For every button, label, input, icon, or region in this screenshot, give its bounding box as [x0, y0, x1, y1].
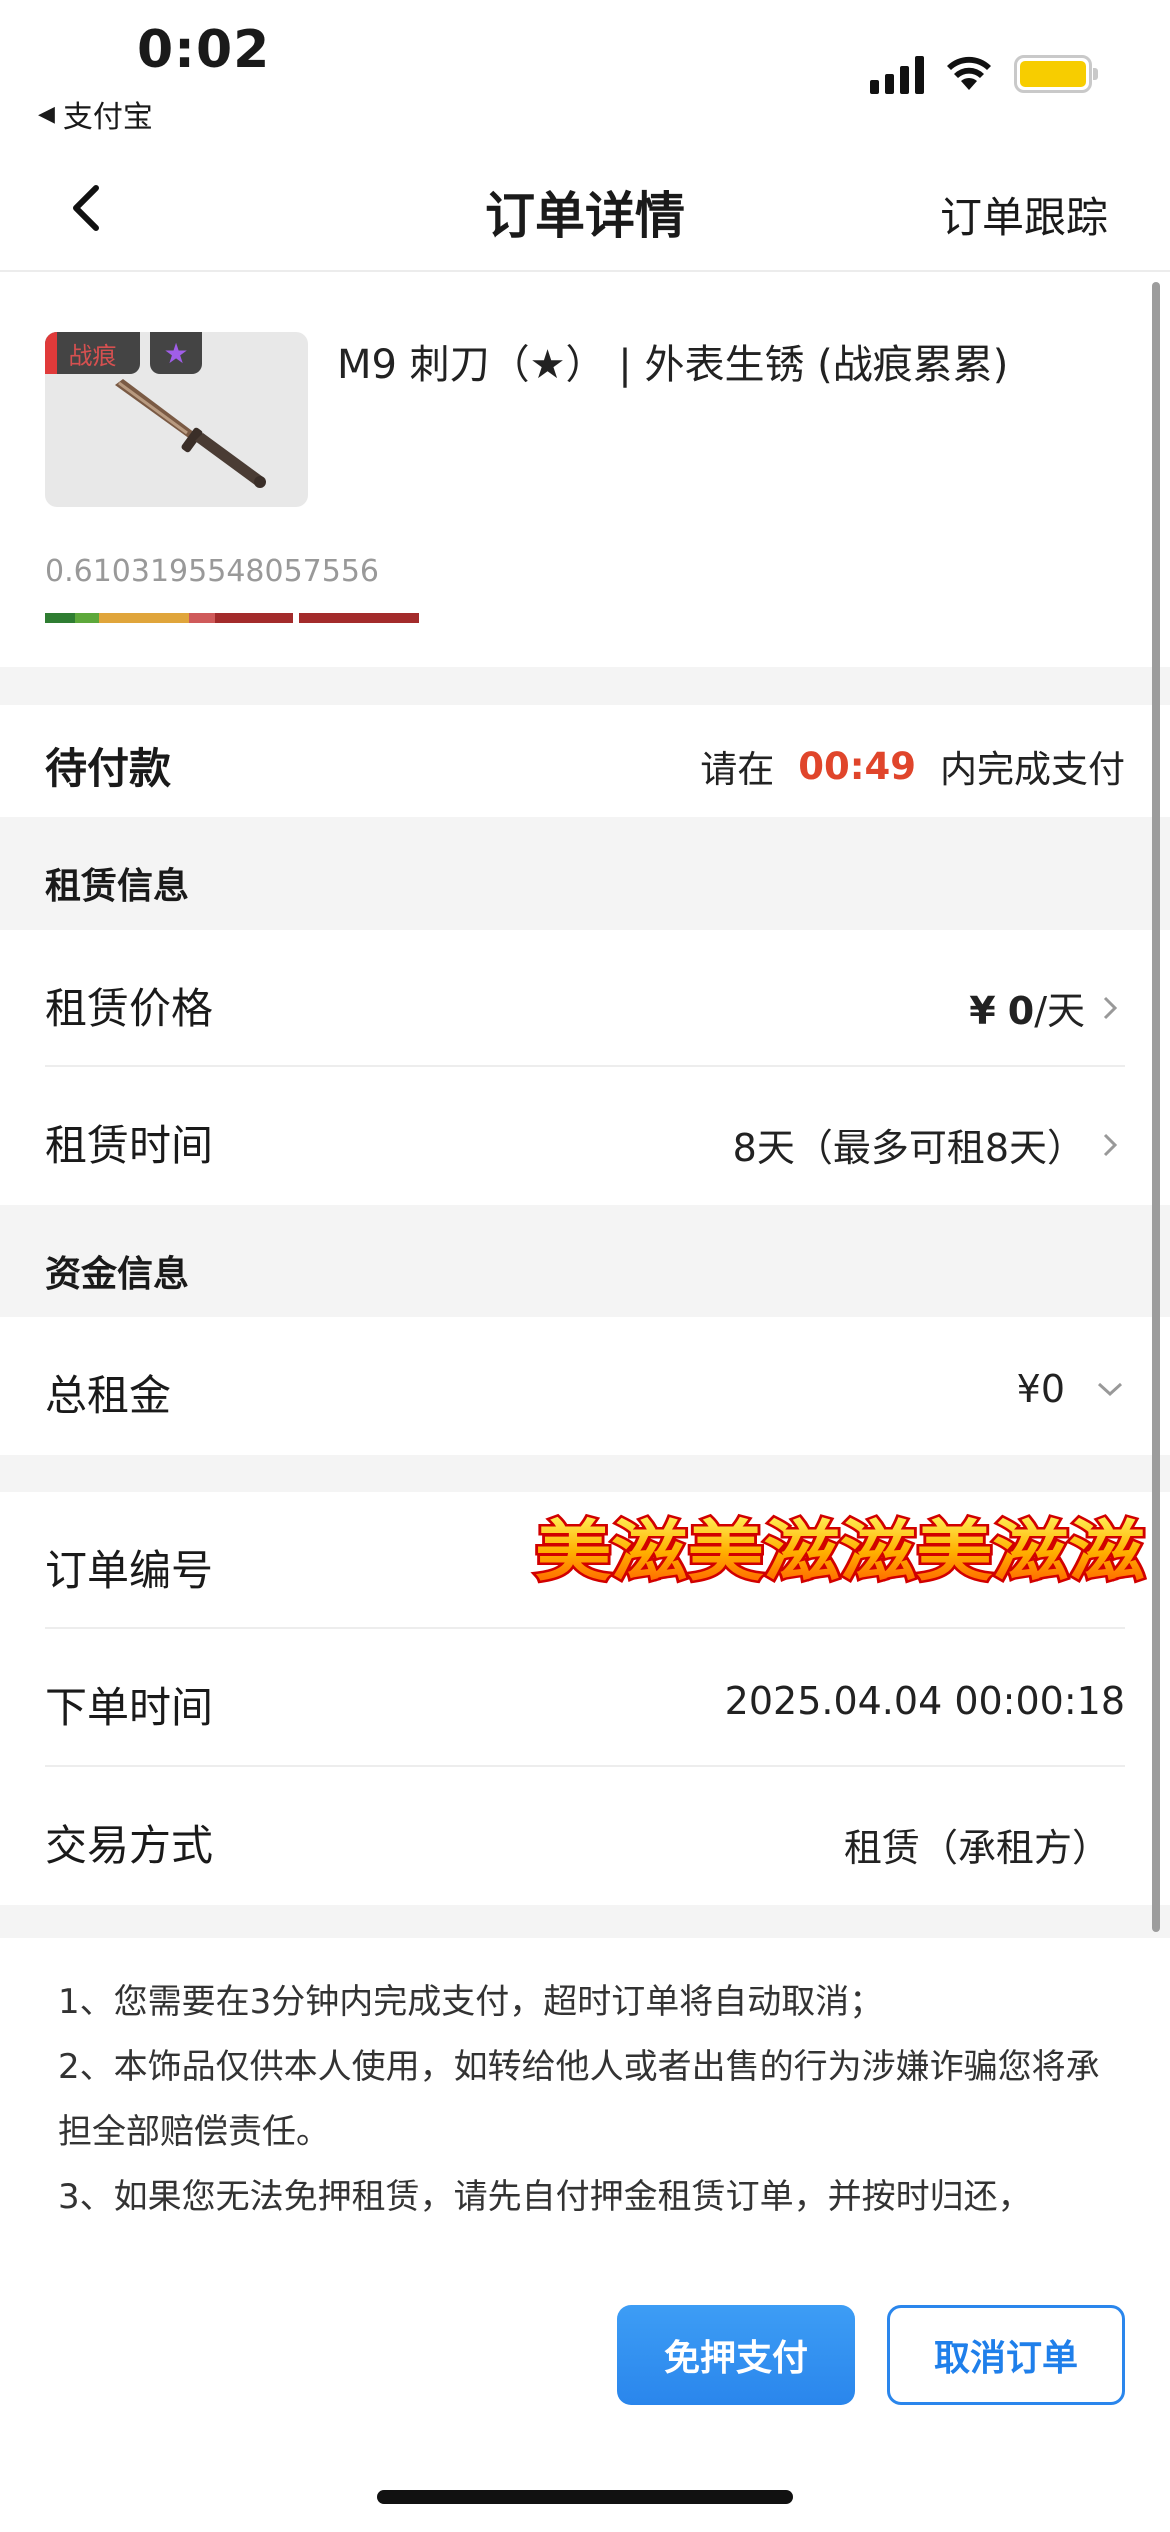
- price-unit: /天: [1034, 989, 1085, 1033]
- order-number-label: 订单编号: [45, 1546, 214, 1595]
- total-rent-label: 总租金: [45, 1371, 172, 1420]
- rental-duration-text: 8天（最多可租8天）: [732, 1126, 1085, 1170]
- back-triangle-icon: ◀: [38, 101, 55, 127]
- section-divider: [0, 667, 1170, 705]
- price-amount: 0: [1007, 989, 1035, 1033]
- order-time-value: 2025.04.04 00:00:18: [724, 1679, 1125, 1723]
- notice-line-2: 2、本饰品仅供本人使用，如转给他人或者出售的行为涉嫌诈骗您将承担全部赔偿责任。: [58, 2047, 1100, 2152]
- float-value: 0.6103195548057556: [45, 554, 380, 589]
- sticker-overlay: 美滋美滋滋美滋滋: [533, 1511, 1148, 1593]
- trade-method-row: 交易方式 租赁（承租方）: [0, 1767, 1170, 1905]
- product-card[interactable]: 战痕 ★ M9 刺刀（★） | 外表生锈 (战痕累累) 0.6103195548…: [0, 272, 1170, 667]
- total-rent-row[interactable]: 总租金 ¥0: [0, 1317, 1170, 1455]
- product-name: M9 刺刀（★） | 外表生锈 (战痕累累): [337, 342, 1009, 388]
- bottom-action-bar: 免押支付 取消订单: [0, 2278, 1170, 2532]
- back-app-label: 支付宝: [62, 100, 153, 135]
- wifi-icon: [947, 56, 991, 90]
- total-rent-amount: ¥0: [1016, 1367, 1065, 1411]
- rental-section-header: 租赁信息: [0, 817, 1170, 930]
- payment-status-row: 待付款 请在 00:49 内完成支付: [0, 705, 1170, 817]
- notice-text: 1、您需要在3分钟内完成支付，超时订单将自动取消； 2、本饰品仅供本人使用，如转…: [0, 1938, 1170, 2278]
- funds-section-header: 资金信息: [0, 1205, 1170, 1317]
- notice-line-1: 1、您需要在3分钟内完成支付，超时订单将自动取消；: [58, 1982, 884, 2022]
- funds-section-title: 资金信息: [45, 1254, 190, 1295]
- rental-price-row[interactable]: 租赁价格 ¥ 0/天: [0, 930, 1170, 1067]
- notice-line-3: 3、如果您无法免押租赁，请先自付押金租赁订单，并按时归还，: [58, 2177, 1032, 2217]
- price-currency: ¥: [969, 989, 996, 1033]
- rental-duration-row[interactable]: 租赁时间 8天（最多可租8天）: [0, 1067, 1170, 1205]
- scrollbar[interactable]: [1152, 282, 1160, 1932]
- knife-image: [115, 379, 266, 488]
- cancel-order-button[interactable]: 取消订单: [887, 2305, 1125, 2405]
- trade-method-label: 交易方式: [45, 1821, 214, 1870]
- order-tracking-link[interactable]: 订单跟踪: [940, 184, 1108, 245]
- rental-price-label: 租赁价格: [45, 984, 214, 1033]
- payment-status-label: 待付款: [45, 744, 172, 793]
- chevron-down-icon: [1097, 1382, 1123, 1397]
- chevron-right-icon: [1103, 1133, 1118, 1156]
- section-divider: [0, 1455, 1170, 1492]
- sticker-text: 美滋美滋滋美滋滋: [535, 1513, 1145, 1590]
- status-time: 0:02: [137, 20, 271, 80]
- status-icons: [870, 54, 1098, 94]
- section-divider: [0, 1905, 1170, 1938]
- navigation-bar: 订单详情 订单跟踪: [0, 150, 1170, 272]
- deposit-free-pay-button[interactable]: 免押支付: [617, 2305, 855, 2405]
- rental-duration-label: 租赁时间: [45, 1121, 214, 1170]
- battery-icon: [1014, 55, 1098, 93]
- home-indicator[interactable]: [377, 2490, 793, 2504]
- payment-countdown: 请在 00:49 内完成支付: [700, 739, 1125, 793]
- countdown-suffix: 内完成支付: [940, 748, 1125, 791]
- chevron-right-icon: [1103, 996, 1118, 1019]
- countdown-prefix: 请在: [700, 748, 775, 791]
- cellular-signal-icon: [870, 54, 924, 94]
- total-rent-value: ¥0: [1017, 1367, 1125, 1411]
- back-to-app-link[interactable]: ◀ 支付宝: [38, 92, 153, 136]
- trade-method-value: 租赁（承租方）: [843, 1826, 1110, 1870]
- order-time-row: 下单时间 2025.04.04 00:00:18: [0, 1629, 1170, 1767]
- product-thumbnail: 战痕 ★: [45, 332, 308, 507]
- order-time-label: 下单时间: [45, 1683, 214, 1732]
- status-bar: 0:02 ◀ 支付宝: [0, 0, 1170, 150]
- rental-price-value: ¥ 0/天: [969, 980, 1125, 1035]
- rental-section-title: 租赁信息: [45, 866, 190, 907]
- countdown-timer: 00:49: [798, 744, 916, 788]
- rental-duration-value: 8天（最多可租8天）: [733, 1117, 1125, 1172]
- wear-float-bar: [45, 613, 419, 623]
